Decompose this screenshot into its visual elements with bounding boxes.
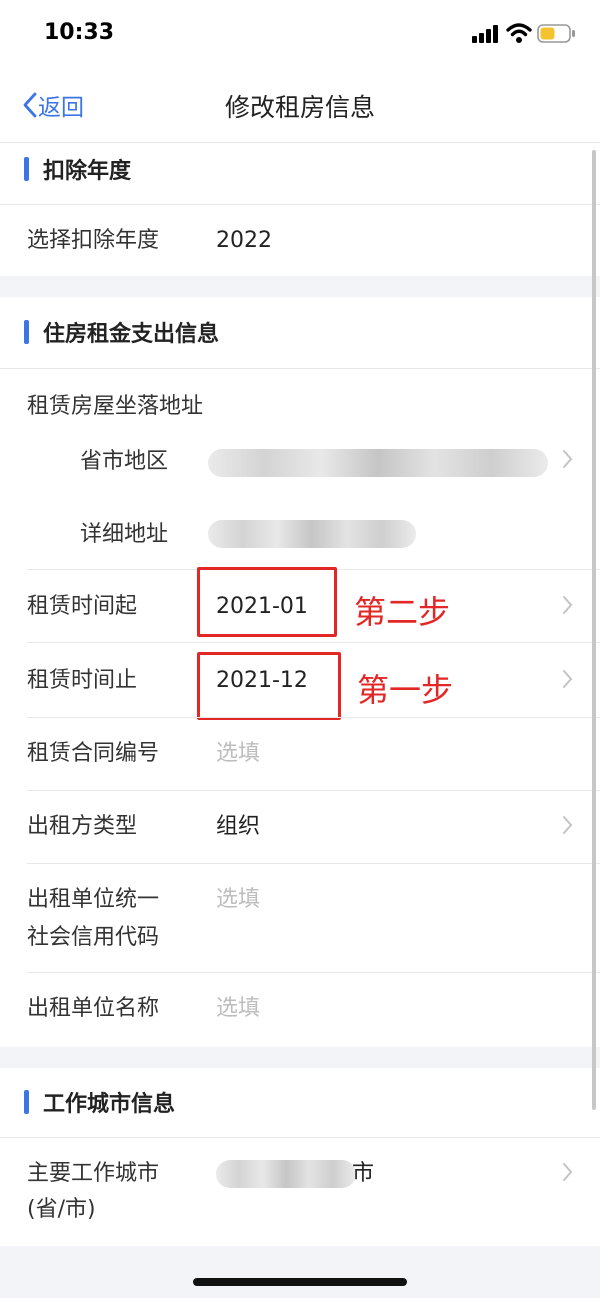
contract-number-input[interactable]: 选填 — [216, 736, 260, 772]
page-title: 修改租房信息 — [224, 93, 375, 122]
divider — [0, 368, 600, 369]
status-bar: 10:33 — [0, 0, 600, 70]
home-indicator[interactable] — [193, 1278, 407, 1286]
section-deduction-year: 扣除年度 选择扣除年度 2022 — [0, 143, 600, 276]
divider — [0, 1137, 600, 1138]
lessor-name-input[interactable]: 选填 — [216, 991, 260, 1027]
divider — [27, 642, 600, 643]
region-label: 省市地区 — [80, 449, 169, 474]
annotation-step-2: 第二步 — [354, 593, 451, 631]
work-city-value-blurred — [216, 1160, 356, 1188]
annotation-box-start — [197, 567, 337, 637]
rent-start-label: 租赁时间起 — [27, 594, 138, 619]
section-title: 住房租金支出信息 — [43, 322, 220, 347]
divider — [0, 204, 600, 205]
chevron-right-icon — [563, 596, 573, 614]
section-accent-bar — [24, 157, 29, 181]
work-city-label-line2: (省/市) — [27, 1197, 96, 1222]
status-time: 10:33 — [44, 20, 115, 45]
scrollbar[interactable] — [592, 150, 596, 1110]
deduction-year-value[interactable]: 2022 — [216, 223, 272, 259]
address-label: 租赁房屋坐落地址 — [27, 394, 204, 419]
wifi-icon — [506, 23, 532, 43]
section-accent-bar — [24, 320, 29, 344]
divider — [27, 717, 600, 718]
detail-address-value-blurred[interactable] — [208, 520, 416, 548]
section-header: 工作城市信息 — [24, 1087, 175, 1117]
divider — [27, 972, 600, 973]
work-city-value-suffix: 市 — [352, 1161, 375, 1186]
signal-icon — [472, 25, 498, 43]
section-header: 扣除年度 — [24, 154, 131, 184]
section-rent-info: 住房租金支出信息 租赁房屋坐落地址 省市地区 详细地址 租赁时间起 2021-0… — [0, 297, 600, 1047]
section-accent-bar — [24, 1090, 29, 1114]
section-header: 住房租金支出信息 — [24, 317, 219, 347]
chevron-right-icon — [563, 450, 573, 468]
work-city-label-line1: 主要工作城市 — [27, 1161, 160, 1186]
region-value-blurred — [208, 449, 548, 477]
deduction-year-label: 选择扣除年度 — [27, 228, 160, 253]
credit-code-input[interactable]: 选填 — [216, 882, 260, 918]
credit-code-label-line2: 社会信用代码 — [27, 925, 160, 950]
chevron-right-icon — [563, 670, 573, 688]
divider — [27, 790, 600, 791]
contract-number-label: 租赁合同编号 — [27, 741, 160, 766]
annotation-box-end — [197, 652, 341, 720]
credit-code-label-line1: 出租单位统一 — [27, 887, 160, 912]
detail-address-label: 详细地址 — [80, 522, 169, 547]
chevron-right-icon — [563, 1163, 573, 1181]
lessor-type-value: 组织 — [216, 814, 261, 839]
section-title: 工作城市信息 — [43, 1092, 176, 1117]
section-work-city: 工作城市信息 主要工作城市 (省/市) 市 — [0, 1068, 600, 1246]
annotation-step-1: 第一步 — [357, 671, 454, 709]
chevron-right-icon — [563, 816, 573, 834]
divider — [27, 863, 600, 864]
rent-end-label: 租赁时间止 — [27, 668, 138, 693]
lessor-name-label: 出租单位名称 — [27, 996, 160, 1021]
battery-icon — [537, 24, 575, 43]
lessor-type-label: 出租方类型 — [27, 814, 138, 839]
nav-bar: 返回 修改租房信息 — [0, 70, 600, 143]
section-title: 扣除年度 — [43, 159, 132, 184]
